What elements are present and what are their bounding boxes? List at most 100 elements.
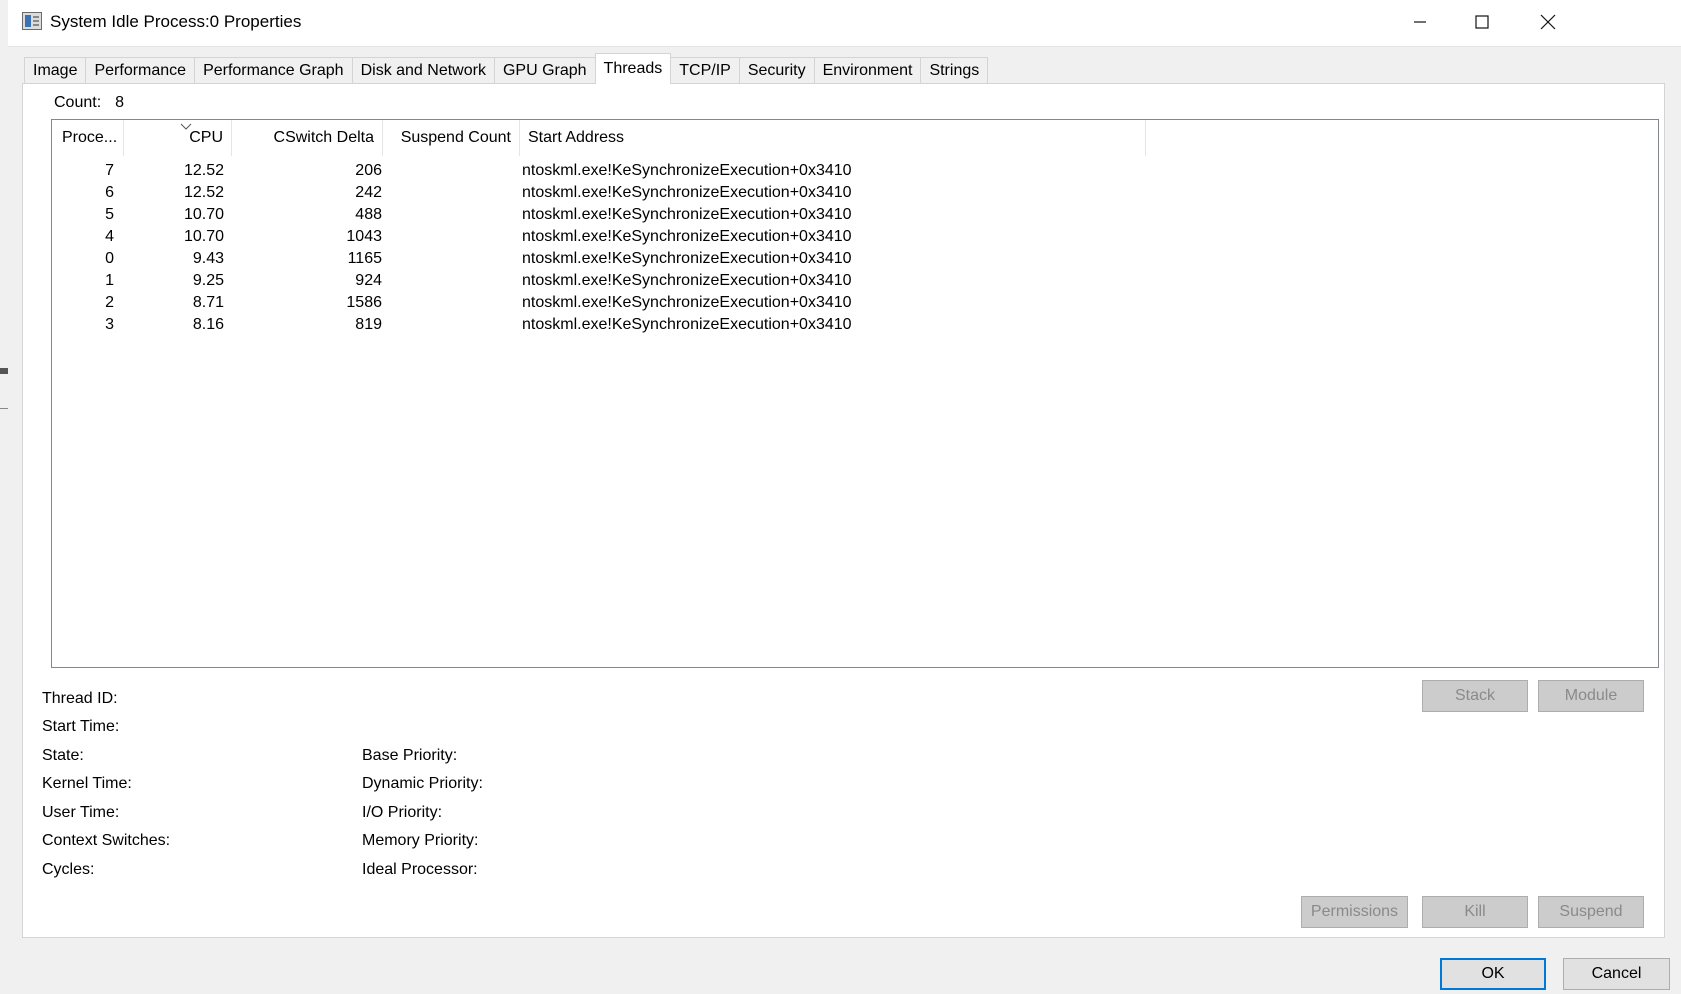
cswitch-delta-cell: 1043 [346,228,382,245]
threads-list[interactable]: Proce... CPU CSwitch Delta Suspend Count… [51,119,1659,668]
detail-label-left: Kernel Time: [42,775,132,792]
detail-label-right: Base Priority: [362,747,458,764]
start-address-cell: ntoskml.exe!KeSynchronizeExecution+0x341… [522,316,852,333]
tab-threads[interactable]: Threads [594,53,672,84]
thread-row[interactable]: 4 10.70 1043 ntoskml.exe!KeSynchronizeExecu… [52,226,952,248]
tab-security[interactable]: Security [738,57,815,84]
tab-performance-graph[interactable]: Performance Graph [194,57,353,84]
cpu-cell: 10.70 [183,206,224,223]
suspend-count-cell [383,314,513,336]
cpu-cell: 10.70 [183,228,224,245]
ok-button[interactable]: OK [1440,958,1546,990]
close-button[interactable] [1515,0,1581,44]
cswitch-delta-cell: 924 [355,272,382,289]
suspend-count-cell [383,292,513,314]
start-address-cell: ntoskml.exe!KeSynchronizeExecution+0x341… [522,294,852,311]
suspend-count-cell [383,160,513,182]
stack-button[interactable]: Stack [1422,680,1528,712]
cpu-cell: 9.25 [192,272,224,289]
minimize-icon [1414,21,1426,23]
processor-cell: 7 [105,162,114,179]
window-title: System Idle Process:0 Properties [50,12,302,31]
cswitch-delta-cell: 819 [355,316,382,333]
thread-row[interactable]: 1 9.25 924 ntoskml.exe!KeSynchronizeExecuti… [52,270,952,292]
tab-strings[interactable]: Strings [920,57,989,84]
thread-row[interactable]: 3 8.16 819 ntoskml.exe!KeSynchronizeExecuti… [52,314,952,336]
suspend-button[interactable]: Suspend [1538,896,1644,928]
maximize-icon [1475,15,1489,29]
detail-label-left: Start Time: [42,718,120,735]
column-header-start-address[interactable]: Start Address [520,120,1146,156]
detail-label-right: Ideal Processor: [362,861,478,878]
count-label: Count: [54,94,102,111]
background-window-line [0,408,8,409]
cswitch-delta-cell: 1586 [346,294,382,311]
app-window-icon [22,12,42,30]
cancel-button[interactable]: Cancel [1563,958,1670,990]
minimize-button[interactable] [1387,0,1453,44]
start-address-cell: ntoskml.exe!KeSynchronizeExecution+0x341… [522,184,852,201]
kill-button[interactable]: Kill [1422,896,1528,928]
properties-dialog: System Idle Process:0 Properties Image P… [8,0,1681,994]
column-header-cpu[interactable]: CPU [124,120,232,156]
processor-cell: 3 [105,316,114,333]
start-address-cell: ntoskml.exe!KeSynchronizeExecution+0x341… [522,272,852,289]
detail-label-left: State: [42,747,84,764]
column-header-processor[interactable]: Proce... [52,120,124,156]
suspend-count-cell [383,226,513,248]
processor-cell: 5 [105,206,114,223]
tab-environment[interactable]: Environment [813,57,922,84]
thread-count: Count: 8 [54,94,124,112]
thread-row[interactable]: 6 12.52 242 ntoskml.exe!KeSynchronizeExecut… [52,182,952,204]
permissions-button[interactable]: Permissions [1301,896,1408,928]
processor-cell: 0 [105,250,114,267]
count-value: 8 [115,94,125,111]
thread-row[interactable]: 2 8.71 1586 ntoskml.exe!KeSynchronizeExecut… [52,292,952,314]
start-address-cell: ntoskml.exe!KeSynchronizeExecution+0x341… [522,206,852,223]
suspend-count-cell [383,204,513,226]
cpu-cell: 8.71 [192,294,224,311]
cpu-cell: 12.52 [183,184,224,201]
background-window-mark [0,368,8,374]
chevron-down-icon [180,121,192,133]
processor-cell: 2 [105,294,114,311]
cswitch-delta-cell: 488 [355,206,382,223]
thread-row[interactable]: 0 9.43 1165 ntoskml.exe!KeSynchronizeExecut… [52,248,952,270]
tab-strip: Image Performance Performance Graph Disk… [24,53,989,84]
processor-cell: 1 [105,272,114,289]
start-address-cell: ntoskml.exe!KeSynchronizeExecution+0x341… [522,228,852,245]
start-address-cell: ntoskml.exe!KeSynchronizeExecution+0x341… [522,250,852,267]
suspend-count-cell [383,270,513,292]
detail-label-right: I/O Priority: [362,804,443,821]
detail-label-right: Dynamic Priority: [362,775,483,792]
column-header-suspend-count[interactable]: Suspend Count [383,120,520,156]
cswitch-delta-cell: 206 [355,162,382,179]
thread-row[interactable]: 7 12.52 206 ntoskml.exe!KeSynchronizeExecut… [52,160,952,182]
cpu-cell: 12.52 [183,162,224,179]
tab-tcp-ip[interactable]: TCP/IP [670,57,740,84]
thread-row[interactable]: 5 10.70 488 ntoskml.exe!KeSynchronizeExecut… [52,204,952,226]
detail-label-right: Memory Priority: [362,832,479,849]
tab-disk-and-network[interactable]: Disk and Network [351,57,495,84]
cswitch-delta-cell: 242 [355,184,382,201]
processor-cell: 4 [105,228,114,245]
module-button[interactable]: Module [1538,680,1644,712]
tab-performance[interactable]: Performance [85,57,196,84]
tab-image[interactable]: Image [24,57,87,84]
detail-label-left: Context Switches: [42,832,171,849]
processor-cell: 6 [105,184,114,201]
suspend-count-cell [383,248,513,270]
column-header-cswitch-delta[interactable]: CSwitch Delta [232,120,383,156]
maximize-button[interactable] [1449,0,1515,44]
close-icon [1540,14,1556,30]
threads-list-header: Proce... CPU CSwitch Delta Suspend Count… [52,120,1658,156]
title-bar: System Idle Process:0 Properties [8,0,1681,47]
cswitch-delta-cell: 1165 [347,250,382,267]
cpu-cell: 8.16 [192,316,224,333]
detail-label-left: User Time: [42,804,120,821]
suspend-count-cell [383,182,513,204]
detail-label-left: Thread ID: [42,690,118,707]
tab-gpu-graph[interactable]: GPU Graph [493,57,596,84]
cpu-cell: 9.43 [192,250,224,267]
start-address-cell: ntoskml.exe!KeSynchronizeExecution+0x341… [522,162,852,179]
